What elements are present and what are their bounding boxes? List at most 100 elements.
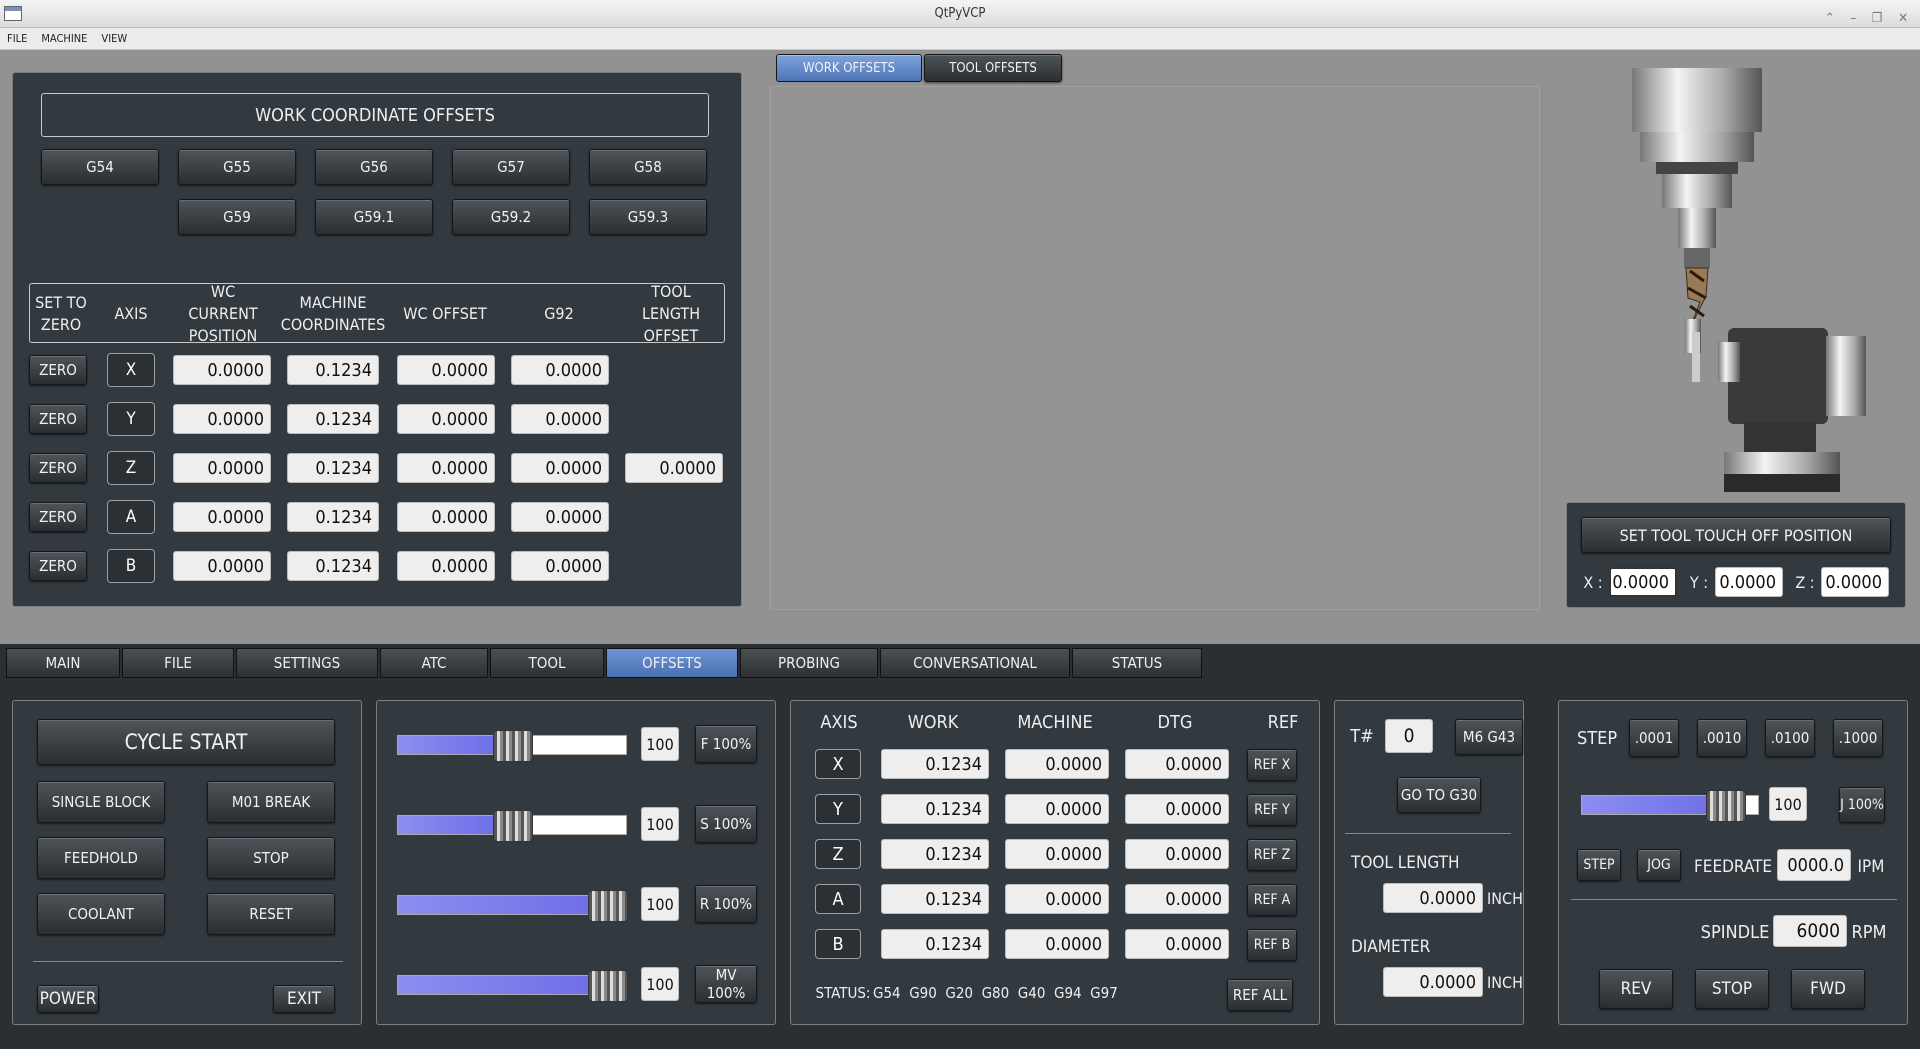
step-size-button-3[interactable]: .1000: [1833, 719, 1883, 757]
tab-conversational[interactable]: CONVERSATIONAL: [880, 648, 1070, 678]
coord-system-button-g59-1[interactable]: G59.1: [315, 199, 433, 235]
tab-atc[interactable]: ATC: [380, 648, 488, 678]
step-size-button-2[interactable]: .0100: [1765, 719, 1815, 757]
tab-status[interactable]: STATUS: [1072, 648, 1202, 678]
override-slider-handle[interactable]: [588, 890, 628, 922]
step-size-button-0[interactable]: .0001: [1629, 719, 1679, 757]
tab-tool-offsets[interactable]: TOOL OFFSETS: [924, 54, 1062, 82]
wc-offset-y[interactable]: 0.0000: [397, 404, 495, 434]
menu-file[interactable]: FILE: [0, 28, 34, 50]
jog-mode-button[interactable]: JOG: [1637, 849, 1681, 881]
tab-tool[interactable]: TOOL: [490, 648, 604, 678]
jog-slider-handle[interactable]: [1706, 790, 1747, 822]
ref-button-z[interactable]: REF Z: [1247, 839, 1297, 871]
feedhold-button[interactable]: FEEDHOLD: [37, 837, 165, 879]
override-button-3[interactable]: MV 100%: [695, 965, 757, 1003]
tool-number-input[interactable]: 0: [1385, 719, 1433, 753]
touch-z-input[interactable]: 0.0000: [1821, 567, 1889, 597]
reset-button[interactable]: RESET: [207, 893, 335, 935]
power-button[interactable]: POWER: [37, 985, 99, 1013]
override-slider-1[interactable]: [397, 810, 627, 842]
exit-button[interactable]: EXIT: [273, 985, 335, 1013]
touch-y-input[interactable]: 0.0000: [1715, 567, 1783, 597]
override-button-2[interactable]: R 100%: [695, 885, 757, 923]
override-slider-3[interactable]: [397, 970, 628, 1002]
menu-view[interactable]: VIEW: [94, 28, 134, 50]
wc-offset-a[interactable]: 0.0000: [397, 502, 495, 532]
cycle-start-button[interactable]: CYCLE START: [37, 719, 335, 765]
tab-offsets[interactable]: OFFSETS: [606, 648, 738, 678]
tab-main[interactable]: MAIN: [6, 648, 120, 678]
zero-button-x[interactable]: ZERO: [29, 355, 87, 385]
g92-offset-b[interactable]: 0.0000: [511, 551, 609, 581]
dro-machine-a: 0.0000: [1005, 884, 1109, 914]
g92-offset-x[interactable]: 0.0000: [511, 355, 609, 385]
jog-speed-slider[interactable]: [1581, 790, 1759, 822]
override-value-3: 100: [641, 967, 679, 1001]
tab-file[interactable]: FILE: [122, 648, 234, 678]
status-codes: G54 G90 G20 G80 G40 G94 G97: [873, 984, 1118, 1002]
dro-dtg-z: 0.0000: [1125, 839, 1229, 869]
override-slider-0[interactable]: [397, 730, 627, 762]
override-button-1[interactable]: S 100%: [695, 805, 757, 843]
m01-break-button[interactable]: M01 BREAK: [207, 781, 335, 823]
tab-settings[interactable]: SETTINGS: [236, 648, 378, 678]
ref-button-y[interactable]: REF Y: [1247, 794, 1297, 826]
zero-button-z[interactable]: ZERO: [29, 453, 87, 483]
touch-x-input[interactable]: 0.0000: [1609, 567, 1677, 597]
override-slider-2[interactable]: [397, 890, 628, 922]
feedrate-input[interactable]: 0000.0: [1777, 849, 1851, 881]
m6-g43-button[interactable]: M6 G43: [1455, 719, 1523, 755]
override-slider-handle[interactable]: [588, 970, 628, 1002]
coord-system-button-g59-3[interactable]: G59.3: [589, 199, 707, 235]
zero-button-y[interactable]: ZERO: [29, 404, 87, 434]
coord-system-button-g59-2[interactable]: G59.2: [452, 199, 570, 235]
step-size-button-1[interactable]: .0010: [1697, 719, 1747, 757]
work-offsets-panel: WORK COORDINATE OFFSETS G54 G55 G56 G57 G58 G…: [12, 72, 742, 607]
coord-system-button-g57[interactable]: G57: [452, 149, 570, 185]
override-value-0: 100: [641, 727, 679, 761]
coord-system-button-g55[interactable]: G55: [178, 149, 296, 185]
menu-machine[interactable]: MACHINE: [34, 28, 94, 50]
coord-system-button-g58[interactable]: G58: [589, 149, 707, 185]
dro-dtg-y: 0.0000: [1125, 794, 1229, 824]
axis-label-z: Z: [107, 451, 155, 485]
coord-system-button-g54[interactable]: G54: [41, 149, 159, 185]
spindle-stop-button[interactable]: STOP: [1695, 969, 1769, 1009]
tab-probing[interactable]: PROBING: [740, 648, 878, 678]
spindle-rev-button[interactable]: REV: [1599, 969, 1673, 1009]
zero-button-a[interactable]: ZERO: [29, 502, 87, 532]
g92-offset-a[interactable]: 0.0000: [511, 502, 609, 532]
jog-100-button[interactable]: J 100%: [1839, 787, 1885, 823]
step-mode-button[interactable]: STEP: [1577, 849, 1621, 881]
override-slider-handle[interactable]: [493, 810, 533, 842]
offsets-header-0: SET TO ZERO: [35, 293, 87, 334]
ref-button-x[interactable]: REF X: [1247, 749, 1297, 781]
coord-system-button-g56[interactable]: G56: [315, 149, 433, 185]
set-touch-off-button[interactable]: SET TOOL TOUCH OFF POSITION: [1581, 517, 1891, 553]
stop-button[interactable]: STOP: [207, 837, 335, 879]
ref-button-b[interactable]: REF B: [1247, 929, 1297, 961]
wc-offset-z[interactable]: 0.0000: [397, 453, 495, 483]
jog-panel: STEP 100 J 100% STEP JOG FEEDRATE 0000.0…: [1558, 700, 1908, 1025]
coord-system-button-g59[interactable]: G59: [178, 199, 296, 235]
spindle-fwd-button[interactable]: FWD: [1791, 969, 1865, 1009]
g92-offset-z[interactable]: 0.0000: [511, 453, 609, 483]
g92-offset-y[interactable]: 0.0000: [511, 404, 609, 434]
go-to-g30-button[interactable]: GO TO G30: [1397, 777, 1481, 813]
ref-all-button[interactable]: REF ALL: [1227, 979, 1293, 1011]
ref-button-a[interactable]: REF A: [1247, 884, 1297, 916]
zero-button-b[interactable]: ZERO: [29, 551, 87, 581]
override-button-0[interactable]: F 100%: [695, 725, 757, 763]
spindle-speed-input[interactable]: 6000: [1773, 915, 1847, 947]
axis-label-b: B: [107, 549, 155, 583]
axis-label-a: A: [107, 500, 155, 534]
tab-work-offsets[interactable]: WORK OFFSETS: [776, 54, 922, 82]
override-slider-handle[interactable]: [493, 730, 533, 762]
wc-offset-b[interactable]: 0.0000: [397, 551, 495, 581]
single-block-button[interactable]: SINGLE BLOCK: [37, 781, 165, 823]
wc-offset-x[interactable]: 0.0000: [397, 355, 495, 385]
coolant-button[interactable]: COOLANT: [37, 893, 165, 935]
touch-off-panel: SET TOOL TOUCH OFF POSITION X : 0.0000 Y…: [1566, 502, 1906, 608]
machine-coord-b: 0.1234: [287, 551, 379, 581]
